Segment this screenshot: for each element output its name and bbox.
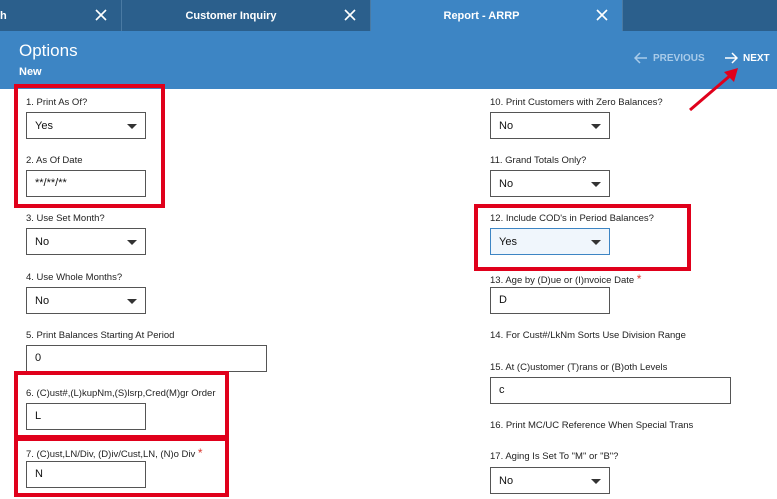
field-label-text: 13. Age by (D)ue or (I)nvoice Date: [490, 275, 635, 286]
zero-balances-select[interactable]: No: [490, 112, 610, 139]
page-title: Options: [19, 41, 78, 60]
print-as-of-select[interactable]: Yes: [26, 112, 146, 139]
select-value: No: [499, 120, 514, 132]
use-whole-months-select[interactable]: No: [26, 287, 146, 314]
field-label-as-of-date: 2. As Of Date: [26, 155, 83, 166]
caret-down-icon: [127, 124, 137, 129]
use-set-month-select[interactable]: No: [26, 228, 146, 255]
options-header: Options New PREVIOUS NEXT: [0, 31, 777, 89]
aging-set-select[interactable]: No: [490, 467, 610, 494]
customer-levels-input[interactable]: c: [490, 377, 731, 404]
include-cod-select[interactable]: Yes: [490, 228, 610, 255]
select-value: No: [35, 236, 50, 248]
tab-customer-inquiry[interactable]: Customer Inquiry: [122, 0, 371, 31]
field-label-use-set-month: 3. Use Set Month?: [26, 213, 105, 224]
close-icon[interactable]: [93, 7, 109, 23]
field-label-use-whole-months: 4. Use Whole Months?: [26, 272, 123, 283]
page-subtitle: New: [19, 66, 42, 78]
caret-down-icon: [127, 299, 137, 304]
tab-label: Customer Inquiry: [185, 9, 277, 22]
field-label-division-order: 7. (C)ust,LN/Div, (D)iv/Cust,LN, (N)o Di…: [26, 446, 203, 460]
caret-down-icon: [127, 240, 137, 245]
field-label-aging-set: 17. Aging Is Set To "M" or "B"?: [490, 451, 619, 462]
field-label-zero-balances: 10. Print Customers with Zero Balances?: [490, 97, 663, 108]
select-value: No: [35, 295, 50, 307]
field-label-print-balances-period: 5. Print Balances Starting At Period: [26, 330, 175, 341]
field-label-customer-levels: 15. At (C)ustomer (T)rans or (B)oth Leve…: [490, 362, 668, 373]
caret-down-icon: [591, 182, 601, 187]
tab-empty[interactable]: [623, 0, 777, 31]
caret-down-icon: [591, 240, 601, 245]
age-by-input[interactable]: D: [490, 287, 610, 314]
tab-bar: h Customer Inquiry Report - ARRP: [0, 0, 777, 31]
division-order-input[interactable]: N: [26, 461, 146, 488]
grand-totals-select[interactable]: No: [490, 170, 610, 197]
field-label-division-range: 14. For Cust#/LkNm Sorts Use Division Ra…: [490, 330, 686, 341]
caret-down-icon: [591, 124, 601, 129]
required-asterisk: *: [636, 272, 642, 286]
select-value: No: [499, 475, 514, 487]
print-balances-period-input[interactable]: 0: [26, 345, 267, 372]
required-asterisk: *: [197, 446, 203, 460]
select-value: No: [499, 178, 514, 190]
caret-down-icon: [591, 479, 601, 484]
tab-label: h: [0, 9, 7, 22]
sort-order-input[interactable]: L: [26, 403, 146, 430]
field-label-print-as-of: 1. Print As Of?: [26, 97, 88, 108]
field-label-age-by: 13. Age by (D)ue or (I)nvoice Date *: [490, 272, 641, 286]
select-value: Yes: [499, 236, 517, 248]
annotation-arrow: [689, 68, 738, 112]
arrow-left-icon: [634, 52, 647, 64]
close-icon[interactable]: [342, 7, 358, 23]
as-of-date-input[interactable]: **/**/**: [26, 170, 146, 197]
field-label-sort-order: 6. (C)ust#,(L)kupNm,(S)lsrp,Cred(M)gr Or…: [26, 388, 216, 399]
field-label-include-cod: 12. Include COD's in Period Balances?: [490, 213, 654, 224]
tab-label: Report - ARRP: [443, 9, 520, 22]
tab-unknown[interactable]: h: [0, 0, 122, 31]
field-label-text: 7. (C)ust,LN/Div, (D)iv/Cust,LN, (N)o Di…: [26, 449, 196, 460]
field-label-mc-uc-reference: 16. Print MC/UC Reference When Special T…: [490, 420, 694, 431]
select-value: Yes: [35, 120, 53, 132]
close-icon[interactable]: [594, 7, 610, 23]
tab-report-arrp[interactable]: Report - ARRP: [371, 0, 623, 31]
field-label-grand-totals: 11. Grand Totals Only?: [490, 155, 587, 166]
